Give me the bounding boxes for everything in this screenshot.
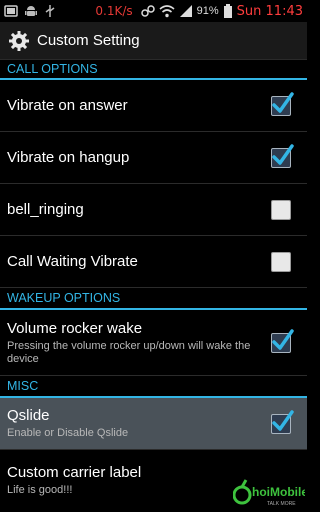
signal-icon <box>179 4 193 18</box>
pref-title: bell_ringing <box>7 201 84 218</box>
pref-summary: Pressing the volume rocker up/down will … <box>7 339 251 365</box>
status-bar: 0.1K/s 91% Sun 11:43 <box>0 0 307 22</box>
pref-title: Qslide <box>7 407 50 424</box>
pref-summary: Enable or Disable Qslide <box>7 427 129 439</box>
watermark-tagline: TALK MORE <box>267 501 296 507</box>
link-icon <box>140 4 155 18</box>
pref-vibrate-on-answer[interactable]: Vibrate on answer <box>0 80 307 132</box>
pref-vibrate-on-hangup[interactable]: Vibrate on hangup <box>0 132 307 184</box>
preferences-list: CALL OPTIONS Vibrate on answer Vibrate o… <box>0 60 307 512</box>
clock: Sun 11:43 <box>236 3 303 19</box>
pref-title: Volume rocker wake <box>7 319 143 337</box>
qslide-checkbox[interactable] <box>271 409 294 434</box>
category-wakeup-options: WAKEUP OPTIONS <box>0 288 307 310</box>
vibrate-answer-checkbox[interactable] <box>271 91 294 116</box>
category-call-options: CALL OPTIONS <box>0 60 307 80</box>
watermark-logo: hoiMobile TALK MORE <box>232 476 308 510</box>
pref-title: Vibrate on hangup <box>7 149 130 166</box>
battery-percent: 91% <box>196 5 219 17</box>
pref-qslide[interactable]: Qslide Enable or Disable Qslide <box>0 398 307 450</box>
battery-icon <box>223 3 233 19</box>
volume-wake-checkbox[interactable] <box>271 328 294 353</box>
pref-bell-ringing[interactable]: bell_ringing <box>0 184 307 236</box>
watermark-text: hoiMobile <box>252 485 305 499</box>
bell-ringing-checkbox[interactable] <box>271 199 291 220</box>
net-speed: 0.1K/s <box>95 4 133 18</box>
pref-title: Vibrate on answer <box>7 97 128 114</box>
gear-icon[interactable] <box>8 30 30 52</box>
pref-call-waiting-vibrate[interactable]: Call Waiting Vibrate <box>0 236 307 288</box>
action-bar: Custom Setting <box>0 22 307 60</box>
call-waiting-checkbox[interactable] <box>271 251 291 272</box>
category-misc: MISC <box>0 376 307 398</box>
pref-volume-rocker-wake[interactable]: Volume rocker wake Pressing the volume r… <box>0 310 307 376</box>
screen-icon <box>4 4 18 18</box>
android-icon <box>24 4 38 18</box>
pref-title: Call Waiting Vibrate <box>7 253 138 270</box>
page-title: Custom Setting <box>37 32 140 49</box>
usb-icon <box>44 4 56 18</box>
wifi-icon <box>159 4 175 18</box>
vibrate-hangup-checkbox[interactable] <box>271 143 294 168</box>
